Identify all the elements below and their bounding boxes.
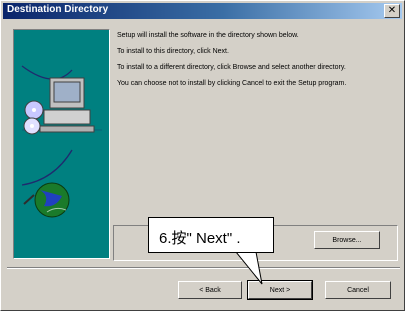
instruction-paragraph: You can choose not to install by clickin…	[117, 80, 347, 87]
back-button[interactable]: < Back	[178, 281, 242, 299]
cancel-button[interactable]: Cancel	[325, 281, 391, 299]
browse-button[interactable]: Browse...	[314, 231, 380, 249]
setup-dialog: Destination Directory ✕ Setup will insta…	[0, 0, 405, 311]
callout-text: 6.按" Next" .	[159, 230, 241, 247]
window-title: Destination Directory	[7, 4, 109, 15]
instruction-paragraph: To install to a different directory, cli…	[117, 64, 346, 71]
instructions: Setup will install the software in the d…	[117, 31, 399, 95]
title-bar[interactable]: Destination Directory ✕	[3, 3, 402, 19]
instruction-paragraph: To install to this directory, click Next…	[117, 48, 229, 55]
callout-annotation: 6.按" Next" .	[148, 217, 274, 253]
divider	[7, 267, 400, 269]
setup-illustration	[13, 29, 110, 259]
next-button[interactable]: Next >	[247, 280, 313, 300]
instruction-paragraph: Setup will install the software in the d…	[117, 32, 299, 39]
close-icon[interactable]: ✕	[384, 4, 400, 18]
